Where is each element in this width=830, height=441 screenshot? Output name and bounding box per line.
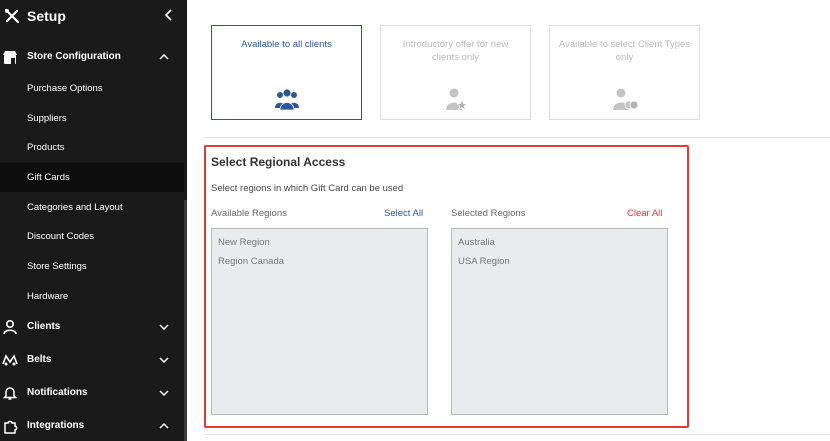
- belts-icon: [2, 354, 18, 366]
- sidebar-section-label: Belts: [27, 354, 52, 365]
- select-all-link[interactable]: Select All: [384, 208, 423, 219]
- sidebar-item-gift-cards[interactable]: Gift Cards: [0, 163, 184, 192]
- sidebar-item-label: Store Settings: [27, 261, 87, 272]
- sidebar-item-purchase-options[interactable]: Purchase Options: [0, 74, 184, 103]
- chevron-up-icon: [159, 422, 169, 429]
- chevron-down-icon: [159, 357, 169, 364]
- user-star-icon: [445, 88, 468, 111]
- sidebar-item-label: Discount Codes: [27, 231, 95, 242]
- option-card-label: Available to select Client Types only: [558, 39, 691, 63]
- chevron-down-icon: [159, 390, 169, 397]
- sidebar-section-store-configuration[interactable]: Store Configuration: [0, 43, 187, 71]
- list-item[interactable]: USA Region: [458, 256, 510, 267]
- sidebar-item-label: Hardware: [27, 291, 69, 302]
- option-card-introductory-offer[interactable]: Introductory offer for new clients only: [380, 25, 531, 120]
- user-icon: [3, 319, 17, 335]
- sidebar-item-discount-codes[interactable]: Discount Codes: [0, 222, 184, 251]
- selected-regions-label: Selected Regions: [451, 208, 526, 219]
- sidebar-item-label: Products: [27, 142, 65, 153]
- sidebar-item-suppliers[interactable]: Suppliers: [0, 104, 184, 133]
- sidebar-item-categories-and-layout[interactable]: Categories and Layout: [0, 193, 184, 222]
- user-coins-icon: [612, 88, 638, 110]
- chevron-down-icon: [159, 324, 169, 331]
- sidebar-section-belts[interactable]: Belts: [0, 346, 187, 374]
- bell-icon: [2, 387, 18, 400]
- sidebar: Setup Store Configuration Purchase Optio…: [0, 0, 187, 441]
- sidebar-item-label: Purchase Options: [27, 83, 103, 94]
- sidebar-item-hardware[interactable]: Hardware: [0, 282, 184, 311]
- store-icon: [3, 51, 17, 64]
- sidebar-item-label: Categories and Layout: [27, 202, 123, 213]
- sidebar-section-integrations[interactable]: Integrations: [0, 412, 187, 440]
- regional-access-subtitle: Select regions in which Gift Card can be…: [211, 183, 404, 194]
- sidebar-item-store-settings[interactable]: Store Settings: [0, 252, 184, 281]
- sidebar-section-label: Store Configuration: [27, 51, 121, 62]
- sidebar-title: Setup: [27, 8, 66, 24]
- sidebar-header: Setup: [0, 0, 187, 34]
- group-icon: [274, 89, 299, 111]
- chevron-left-icon[interactable]: [162, 8, 176, 22]
- bottom-divider: [203, 434, 830, 435]
- section-divider: [203, 137, 830, 138]
- available-regions-label: Available Regions: [211, 208, 287, 219]
- clear-all-link[interactable]: Clear All: [627, 208, 662, 219]
- sidebar-section-label: Notifications: [27, 387, 88, 398]
- puzzle-icon: [4, 420, 18, 434]
- tools-icon: [4, 8, 20, 24]
- selected-regions-list[interactable]: Australia USA Region: [451, 228, 668, 415]
- list-item[interactable]: Region Canada: [218, 256, 284, 267]
- regional-access-title: Select Regional Access: [211, 155, 346, 169]
- sidebar-section-label: Integrations: [27, 420, 85, 431]
- sidebar-scrollbar[interactable]: [184, 200, 187, 441]
- available-regions-list[interactable]: New Region Region Canada: [211, 228, 428, 415]
- sidebar-item-products[interactable]: Products: [0, 133, 184, 162]
- list-item[interactable]: New Region: [218, 237, 270, 248]
- sidebar-item-label: Suppliers: [27, 113, 67, 124]
- option-card-label: Available to all clients: [241, 39, 332, 50]
- sidebar-section-clients[interactable]: Clients: [0, 313, 187, 341]
- sidebar-section-label: Clients: [27, 321, 61, 332]
- chevron-up-icon: [159, 53, 169, 60]
- sidebar-section-notifications[interactable]: Notifications: [0, 379, 187, 407]
- option-card-all-clients[interactable]: Available to all clients: [211, 25, 362, 120]
- sidebar-item-label: Gift Cards: [27, 172, 70, 183]
- option-card-label: Introductory offer for new clients only: [402, 39, 509, 63]
- option-card-select-client-types[interactable]: Available to select Client Types only: [549, 25, 700, 120]
- list-item[interactable]: Australia: [458, 237, 495, 248]
